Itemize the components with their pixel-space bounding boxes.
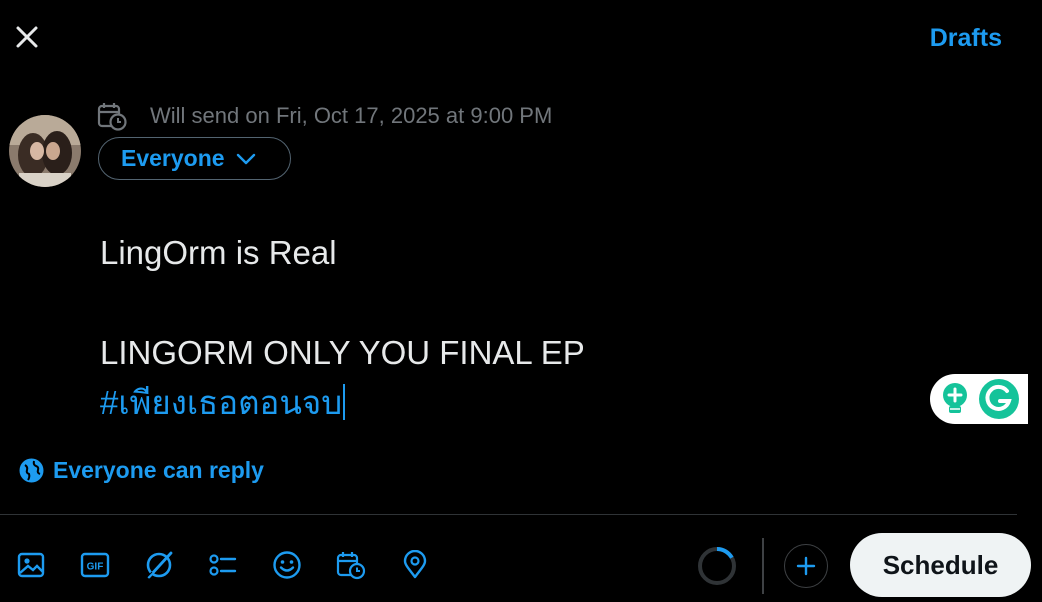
calendar-clock-icon bbox=[97, 103, 127, 131]
emoji-button[interactable] bbox=[270, 548, 304, 582]
media-button[interactable] bbox=[14, 548, 48, 582]
schedule-button[interactable]: Schedule bbox=[850, 533, 1031, 597]
gif-icon: GIF bbox=[80, 552, 110, 578]
gif-button[interactable]: GIF bbox=[78, 548, 112, 582]
hashtag[interactable]: #เพียงเธอตอนจบ bbox=[100, 384, 342, 421]
grok-icon bbox=[145, 551, 173, 579]
audience-selector[interactable]: Everyone bbox=[98, 137, 291, 180]
drafts-link[interactable]: Drafts bbox=[930, 24, 1002, 53]
emoji-icon bbox=[273, 551, 301, 579]
svg-text:GIF: GIF bbox=[87, 562, 104, 573]
schedule-post-button[interactable] bbox=[334, 548, 368, 582]
location-icon bbox=[403, 550, 427, 579]
poll-icon bbox=[209, 554, 237, 576]
close-button[interactable] bbox=[12, 22, 42, 52]
compose-line: LingOrm is Real bbox=[100, 234, 337, 271]
add-post-button[interactable] bbox=[784, 544, 828, 588]
character-count-ring bbox=[698, 547, 736, 585]
globe-icon bbox=[19, 458, 44, 483]
reply-setting-label: Everyone can reply bbox=[53, 457, 264, 483]
compose-line: LINGORM ONLY YOU FINAL EP bbox=[100, 334, 585, 371]
grammarly-widget[interactable] bbox=[930, 374, 1028, 424]
poll-button[interactable] bbox=[206, 548, 240, 582]
grammarly-icon bbox=[979, 379, 1019, 419]
reply-setting[interactable]: Everyone can reply bbox=[19, 457, 264, 484]
avatar[interactable] bbox=[9, 115, 81, 187]
location-button[interactable] bbox=[398, 548, 432, 582]
avatar-photo bbox=[9, 115, 81, 187]
schedule-info: Will send on Fri, Oct 17, 2025 at 9:00 P… bbox=[96, 100, 552, 132]
divider bbox=[0, 514, 1017, 515]
grok-button[interactable] bbox=[142, 548, 176, 582]
lightbulb-icon bbox=[943, 383, 967, 413]
schedule-text: Will send on Fri, Oct 17, 2025 at 9:00 P… bbox=[150, 103, 553, 128]
compose-textarea[interactable]: LingOrm is Real LINGORM ONLY YOU FINAL E… bbox=[100, 228, 900, 428]
image-icon bbox=[17, 552, 45, 578]
close-icon bbox=[16, 26, 38, 48]
text-caret bbox=[343, 384, 346, 420]
chevron-down-icon bbox=[236, 153, 255, 164]
audience-label: Everyone bbox=[121, 145, 225, 171]
toolbar-separator bbox=[762, 538, 764, 594]
schedule-icon bbox=[336, 552, 366, 580]
plus-icon bbox=[796, 556, 816, 576]
compose-line-empty bbox=[100, 278, 900, 328]
compose-toolbar: GIF bbox=[14, 548, 462, 582]
